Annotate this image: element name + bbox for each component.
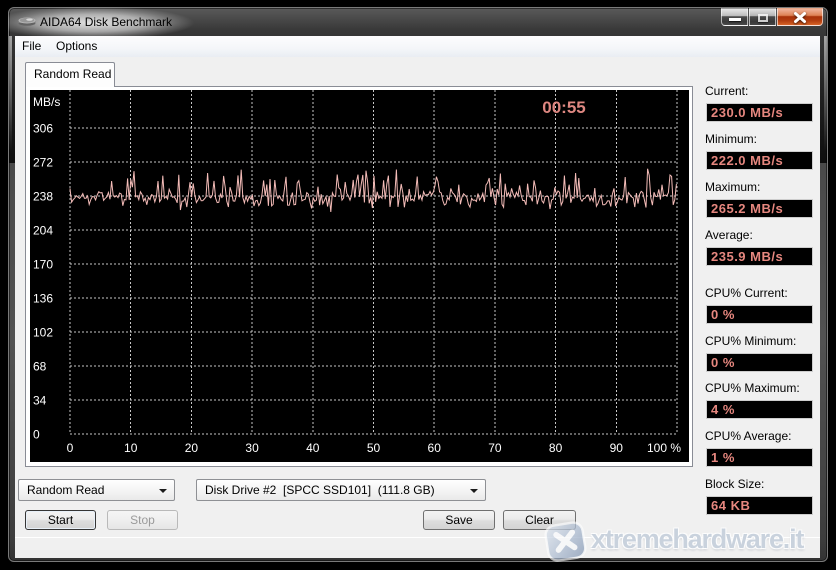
svg-text:90: 90 bbox=[610, 441, 624, 455]
svg-text:0: 0 bbox=[33, 428, 40, 442]
svg-text:80: 80 bbox=[549, 441, 563, 455]
svg-text:102: 102 bbox=[33, 326, 53, 340]
svg-text:0: 0 bbox=[67, 441, 74, 455]
svg-text:50: 50 bbox=[367, 441, 381, 455]
svg-text:136: 136 bbox=[33, 292, 53, 306]
svg-text:10: 10 bbox=[124, 441, 138, 455]
svg-text:30: 30 bbox=[245, 441, 259, 455]
svg-text:MB/s: MB/s bbox=[33, 95, 60, 109]
svg-text:100 %: 100 % bbox=[647, 441, 681, 455]
svg-text:272: 272 bbox=[33, 156, 53, 170]
svg-text:00:55: 00:55 bbox=[542, 98, 585, 117]
svg-text:70: 70 bbox=[488, 441, 502, 455]
svg-text:204: 204 bbox=[33, 224, 53, 238]
svg-text:68: 68 bbox=[33, 360, 47, 374]
svg-text:170: 170 bbox=[33, 258, 53, 272]
svg-text:238: 238 bbox=[33, 190, 53, 204]
svg-text:20: 20 bbox=[185, 441, 199, 455]
svg-text:306: 306 bbox=[33, 122, 53, 136]
svg-text:40: 40 bbox=[306, 441, 320, 455]
svg-text:60: 60 bbox=[428, 441, 442, 455]
svg-text:34: 34 bbox=[33, 394, 47, 408]
